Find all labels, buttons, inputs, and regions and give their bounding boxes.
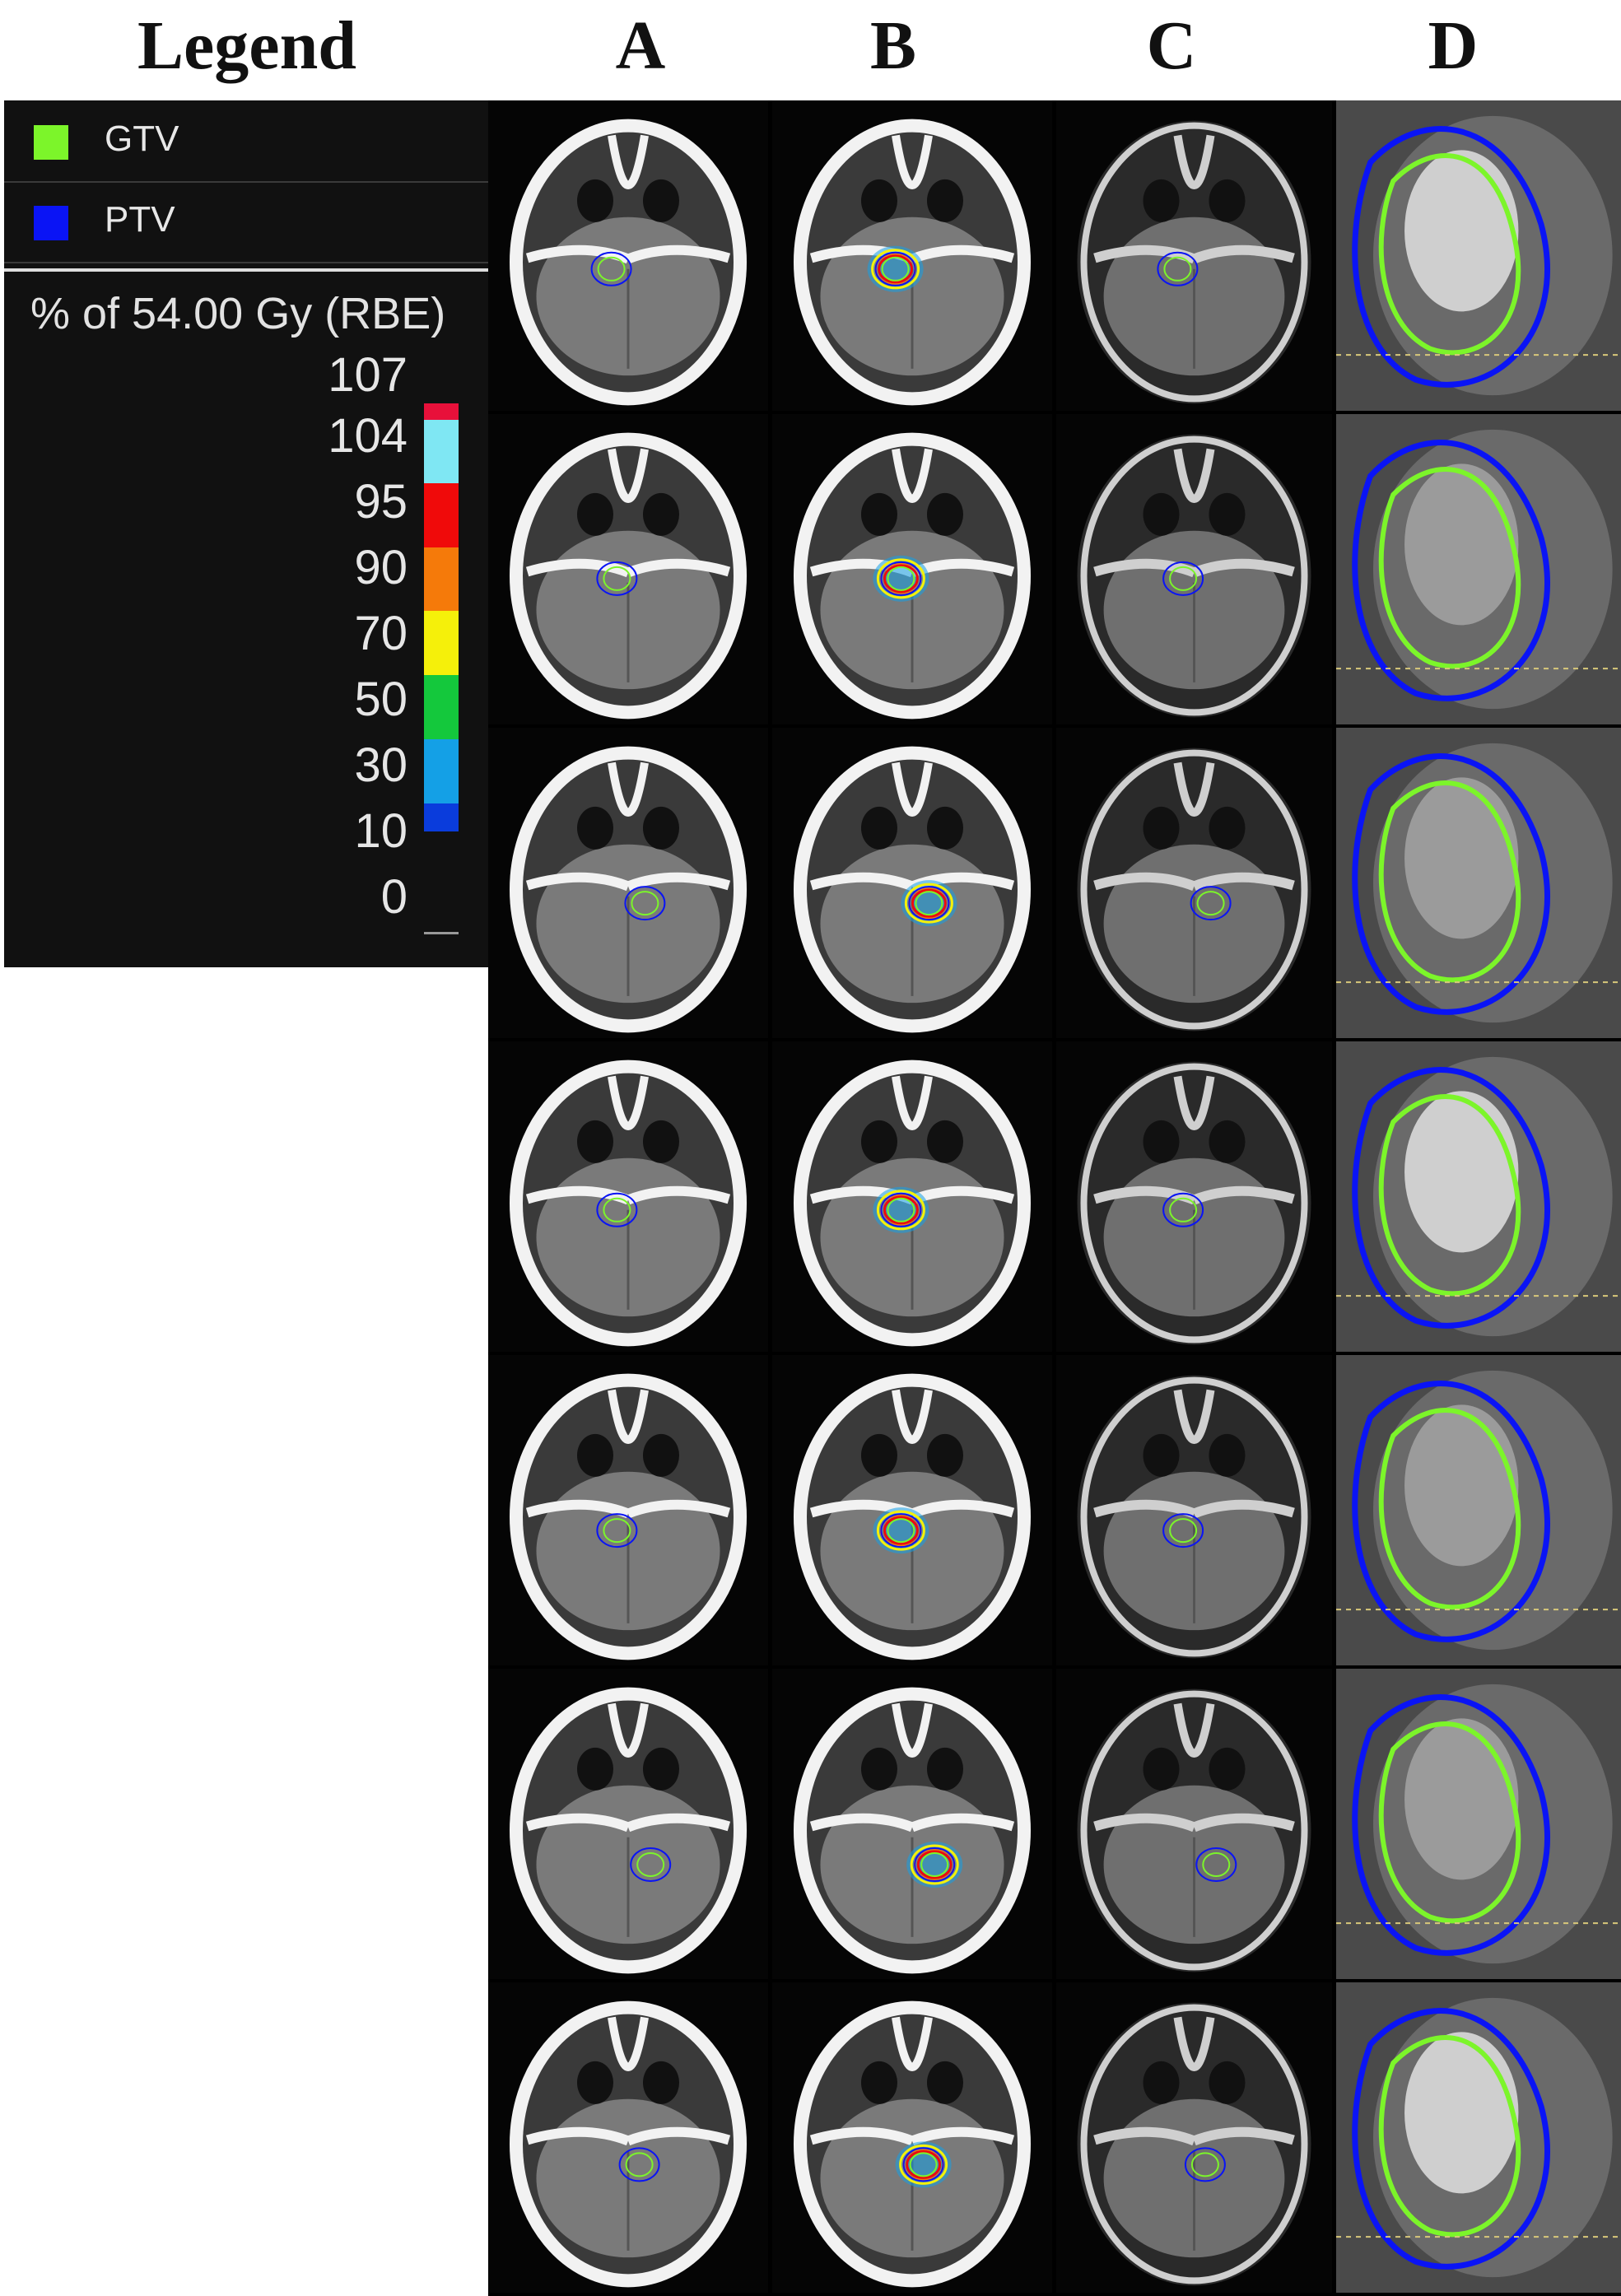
scan-image-c (1056, 100, 1332, 411)
dose-color-segment (424, 547, 459, 611)
scan-graphic (794, 1373, 1031, 1660)
scan-image-a (488, 414, 768, 724)
scan-image-d (1336, 1355, 1621, 1665)
scan-graphic (1336, 1982, 1621, 2293)
scan-graphic (1077, 1375, 1311, 1659)
scan-image-a (488, 1982, 768, 2293)
dose-scale-title: % of 54.00 Gy (RBE) (30, 289, 446, 338)
dose-color-segment (424, 483, 459, 547)
scan-graphic (794, 1687, 1031, 1974)
scan-graphic (510, 119, 747, 406)
scan-graphic (794, 2000, 1031, 2288)
dose-tick-label: 104 (328, 409, 408, 463)
scan-graphic (510, 1373, 747, 1660)
scan-graphic (794, 119, 1031, 406)
scan-image-grid (488, 100, 1621, 2296)
scan-image-a (488, 728, 768, 1038)
scan-image-b (772, 1669, 1052, 1979)
dose-tick-label: 90 (354, 541, 408, 594)
scan-graphic (510, 1060, 747, 1347)
scan-image-b (772, 728, 1052, 1038)
scan-image-c (1056, 728, 1332, 1038)
legend-panel: GTV PTV % of 54.00 Gy (RBE) 107 104 95 90 70… (4, 100, 488, 967)
scan-image-d (1336, 1982, 1621, 2293)
scan-graphic (1077, 747, 1311, 1032)
scan-graphic (510, 1687, 747, 1974)
gtv-swatch (34, 125, 68, 160)
dose-tick-label: 30 (354, 738, 408, 792)
column-heading-d: D (1428, 7, 1479, 84)
scan-image-a (488, 1041, 768, 1352)
scan-image-c (1056, 414, 1332, 724)
scan-image-c (1056, 1355, 1332, 1665)
dose-tick-label: 70 (354, 607, 408, 660)
ptv-swatch (34, 206, 68, 240)
scan-image-a (488, 100, 768, 411)
scan-image-b (772, 1355, 1052, 1665)
dose-color-segment (424, 420, 459, 483)
legend-item-ptv: PTV (4, 183, 488, 263)
dose-color-segment (424, 611, 459, 675)
dose-tick-label: 107 (328, 348, 408, 402)
legend-divider (4, 268, 488, 272)
scan-image-b (772, 1982, 1052, 2293)
scan-graphic (1336, 1355, 1621, 1665)
legend-heading: Legend (137, 7, 357, 84)
scan-graphic (794, 746, 1031, 1033)
scan-image-d (1336, 728, 1621, 1038)
scan-graphic (794, 1060, 1031, 1347)
scan-image-c (1056, 1041, 1332, 1352)
column-heading-b: B (869, 7, 917, 84)
scan-graphic (1336, 1669, 1621, 1979)
scan-graphic (510, 432, 747, 720)
scan-image-c (1056, 1669, 1332, 1979)
column-heading-c: C (1146, 7, 1197, 84)
dose-color-segment (424, 739, 459, 803)
scan-image-b (772, 100, 1052, 411)
scan-graphic (1336, 728, 1621, 1038)
scan-graphic (1077, 120, 1311, 404)
scan-graphic (510, 746, 747, 1033)
legend-item-gtv: GTV (4, 102, 488, 183)
gtv-label: GTV (105, 119, 179, 159)
scan-graphic (1077, 2002, 1311, 2286)
scan-image-d (1336, 414, 1621, 724)
scan-image-d (1336, 100, 1621, 411)
scan-graphic (1077, 1688, 1311, 1972)
dose-color-segment (424, 403, 459, 420)
scan-image-d (1336, 1041, 1621, 1352)
column-heading-a: A (615, 7, 666, 84)
dose-tick-label: 0 (380, 870, 408, 924)
scan-image-c (1056, 1982, 1332, 2293)
dose-color-segment (424, 675, 459, 739)
scan-image-b (772, 1041, 1052, 1352)
dose-tick-label: 10 (354, 804, 408, 858)
scan-graphic (1336, 100, 1621, 411)
scan-image-a (488, 1355, 768, 1665)
scan-image-a (488, 1669, 768, 1979)
scan-graphic (794, 432, 1031, 720)
ptv-label: PTV (105, 199, 175, 240)
dose-tick-label: 95 (354, 475, 408, 529)
dose-tick-label: 50 (354, 673, 408, 726)
dose-zero-line (424, 932, 459, 934)
scan-graphic (510, 2000, 747, 2288)
scan-graphic (1336, 414, 1621, 724)
scan-image-d (1336, 1669, 1621, 1979)
scan-graphic (1077, 1061, 1311, 1345)
scan-image-b (772, 414, 1052, 724)
scan-graphic (1336, 1041, 1621, 1352)
dose-color-segment (424, 803, 459, 831)
scan-graphic (1077, 434, 1311, 718)
